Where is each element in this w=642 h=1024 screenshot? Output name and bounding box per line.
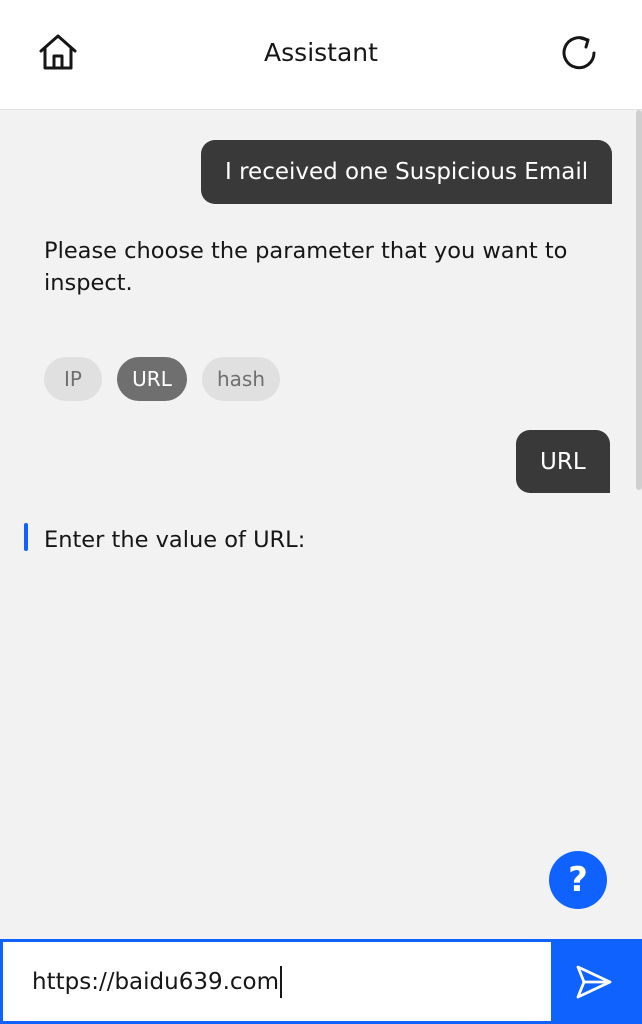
refresh-icon xyxy=(562,36,596,70)
chat-window: Assistant I received one Suspicious Emai… xyxy=(0,0,642,1024)
bot-message: Please choose the parameter that you wan… xyxy=(44,238,568,296)
send-icon xyxy=(576,965,612,998)
message-input[interactable]: https://baidu639.com xyxy=(3,942,551,1021)
scrollbar[interactable] xyxy=(636,110,642,490)
header: Assistant xyxy=(0,0,642,110)
refresh-button[interactable] xyxy=(557,30,601,74)
option-chip-ip[interactable]: IP xyxy=(44,357,102,401)
user-message: I received one Suspicious Email xyxy=(201,140,613,204)
user-message-text: URL xyxy=(540,448,586,475)
bot-message: Enter the value of URL: xyxy=(44,527,306,553)
input-bar: https://baidu639.com xyxy=(0,939,642,1024)
help-button[interactable]: ? xyxy=(549,851,607,909)
text-caret xyxy=(280,965,283,998)
option-chip-hash[interactable]: hash xyxy=(202,357,280,401)
page-title: Assistant xyxy=(264,38,378,67)
active-prompt-indicator xyxy=(24,523,28,551)
option-chip-url[interactable]: URL xyxy=(117,357,187,401)
send-button[interactable] xyxy=(552,939,636,1024)
message-input-value: https://baidu639.com xyxy=(32,968,280,995)
user-message: URL xyxy=(516,430,610,493)
help-icon: ? xyxy=(568,860,588,900)
user-message-text: I received one Suspicious Email xyxy=(225,159,589,185)
